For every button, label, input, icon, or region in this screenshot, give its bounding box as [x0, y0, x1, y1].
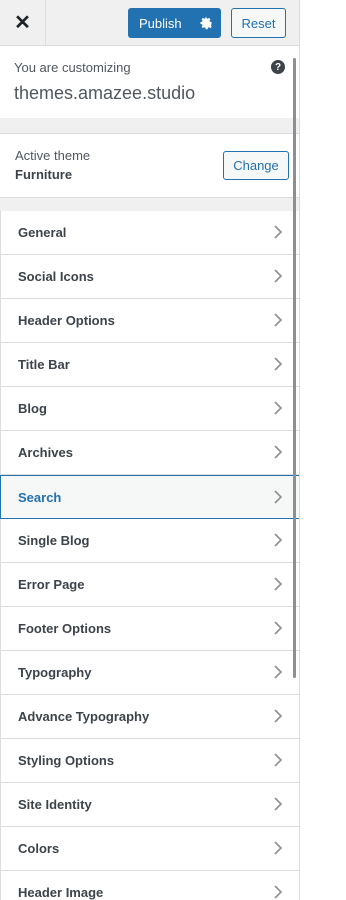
- menu-item-label: Header Options: [18, 313, 115, 328]
- menu-item-label: General: [18, 225, 67, 240]
- menu-item-single-blog[interactable]: Single Blog: [0, 519, 299, 563]
- help-icon[interactable]: ?: [271, 60, 285, 74]
- customizer-menu: General Social Icons Header Options Title B…: [0, 211, 299, 900]
- change-theme-button[interactable]: Change: [223, 151, 289, 180]
- customizing-prefix: You are customizing: [14, 60, 131, 75]
- chevron-right-icon: [274, 841, 283, 855]
- menu-item-typography[interactable]: Typography: [0, 651, 299, 695]
- menu-item-label: Styling Options: [18, 753, 115, 768]
- menu-item-archives[interactable]: Archives: [0, 431, 299, 475]
- menu-item-blog[interactable]: Blog: [0, 387, 299, 431]
- menu-item-label: Footer Options: [18, 621, 112, 636]
- active-theme-label: Active theme: [15, 148, 91, 163]
- gear-icon[interactable]: [199, 16, 213, 30]
- chevron-right-icon: [274, 665, 283, 679]
- menu-item-label: Single Blog: [18, 533, 90, 548]
- customizing-info: You are customizing themes.amazee.studio…: [0, 46, 299, 118]
- chevron-right-icon: [274, 753, 283, 767]
- menu-item-general[interactable]: General: [0, 211, 299, 255]
- close-icon: ✕: [14, 12, 31, 34]
- customizer-header: ✕ Publish Reset: [0, 0, 299, 46]
- menu-item-title-bar[interactable]: Title Bar: [0, 343, 299, 387]
- publish-button[interactable]: Publish: [128, 8, 221, 38]
- scrollbar[interactable]: [293, 58, 296, 678]
- chevron-right-icon: [274, 269, 283, 283]
- menu-item-label: Advance Typography: [18, 709, 150, 724]
- chevron-right-icon: [274, 401, 283, 415]
- help-glyph: ?: [274, 61, 282, 73]
- menu-item-label: Error Page: [18, 577, 85, 592]
- menu-item-site-identity[interactable]: Site Identity: [0, 783, 299, 827]
- active-theme-name: Furniture: [15, 167, 73, 182]
- chevron-right-icon: [274, 577, 283, 591]
- active-theme-section: Active theme Furniture Change: [0, 133, 299, 198]
- reset-button[interactable]: Reset: [231, 8, 286, 38]
- menu-item-advance-typography[interactable]: Advance Typography: [0, 695, 299, 739]
- chevron-right-icon: [274, 533, 283, 547]
- menu-item-header-options[interactable]: Header Options: [0, 299, 299, 343]
- menu-item-search[interactable]: Search: [0, 475, 299, 519]
- chevron-right-icon: [274, 621, 283, 635]
- menu-item-colors[interactable]: Colors: [0, 827, 299, 871]
- menu-item-error-page[interactable]: Error Page: [0, 563, 299, 607]
- menu-item-styling-options[interactable]: Styling Options: [0, 739, 299, 783]
- menu-item-footer-options[interactable]: Footer Options: [0, 607, 299, 651]
- publish-label: Publish: [139, 15, 182, 31]
- chevron-right-icon: [274, 357, 283, 371]
- menu-item-label: Header Image: [18, 885, 104, 900]
- chevron-right-icon: [274, 445, 283, 459]
- site-title: themes.amazee.studio: [14, 83, 196, 103]
- menu-item-label: Search: [18, 490, 62, 505]
- menu-item-label: Typography: [18, 665, 92, 680]
- chevron-right-icon: [274, 313, 283, 327]
- chevron-right-icon: [274, 885, 283, 899]
- menu-item-label: Title Bar: [18, 357, 70, 372]
- customizer-panel: ✕ Publish Reset You are customizing them…: [0, 0, 300, 900]
- menu-item-social-icons[interactable]: Social Icons: [0, 255, 299, 299]
- chevron-right-icon: [274, 490, 283, 504]
- close-button[interactable]: ✕: [0, 0, 46, 45]
- menu-item-label: Social Icons: [18, 269, 94, 284]
- menu-item-label: Colors: [18, 841, 60, 856]
- menu-item-label: Site Identity: [18, 797, 92, 812]
- menu-item-label: Archives: [18, 445, 73, 460]
- chevron-right-icon: [274, 709, 283, 723]
- menu-item-label: Blog: [18, 401, 47, 416]
- chevron-right-icon: [274, 797, 283, 811]
- menu-item-header-image[interactable]: Header Image: [0, 871, 299, 900]
- chevron-right-icon: [274, 225, 283, 239]
